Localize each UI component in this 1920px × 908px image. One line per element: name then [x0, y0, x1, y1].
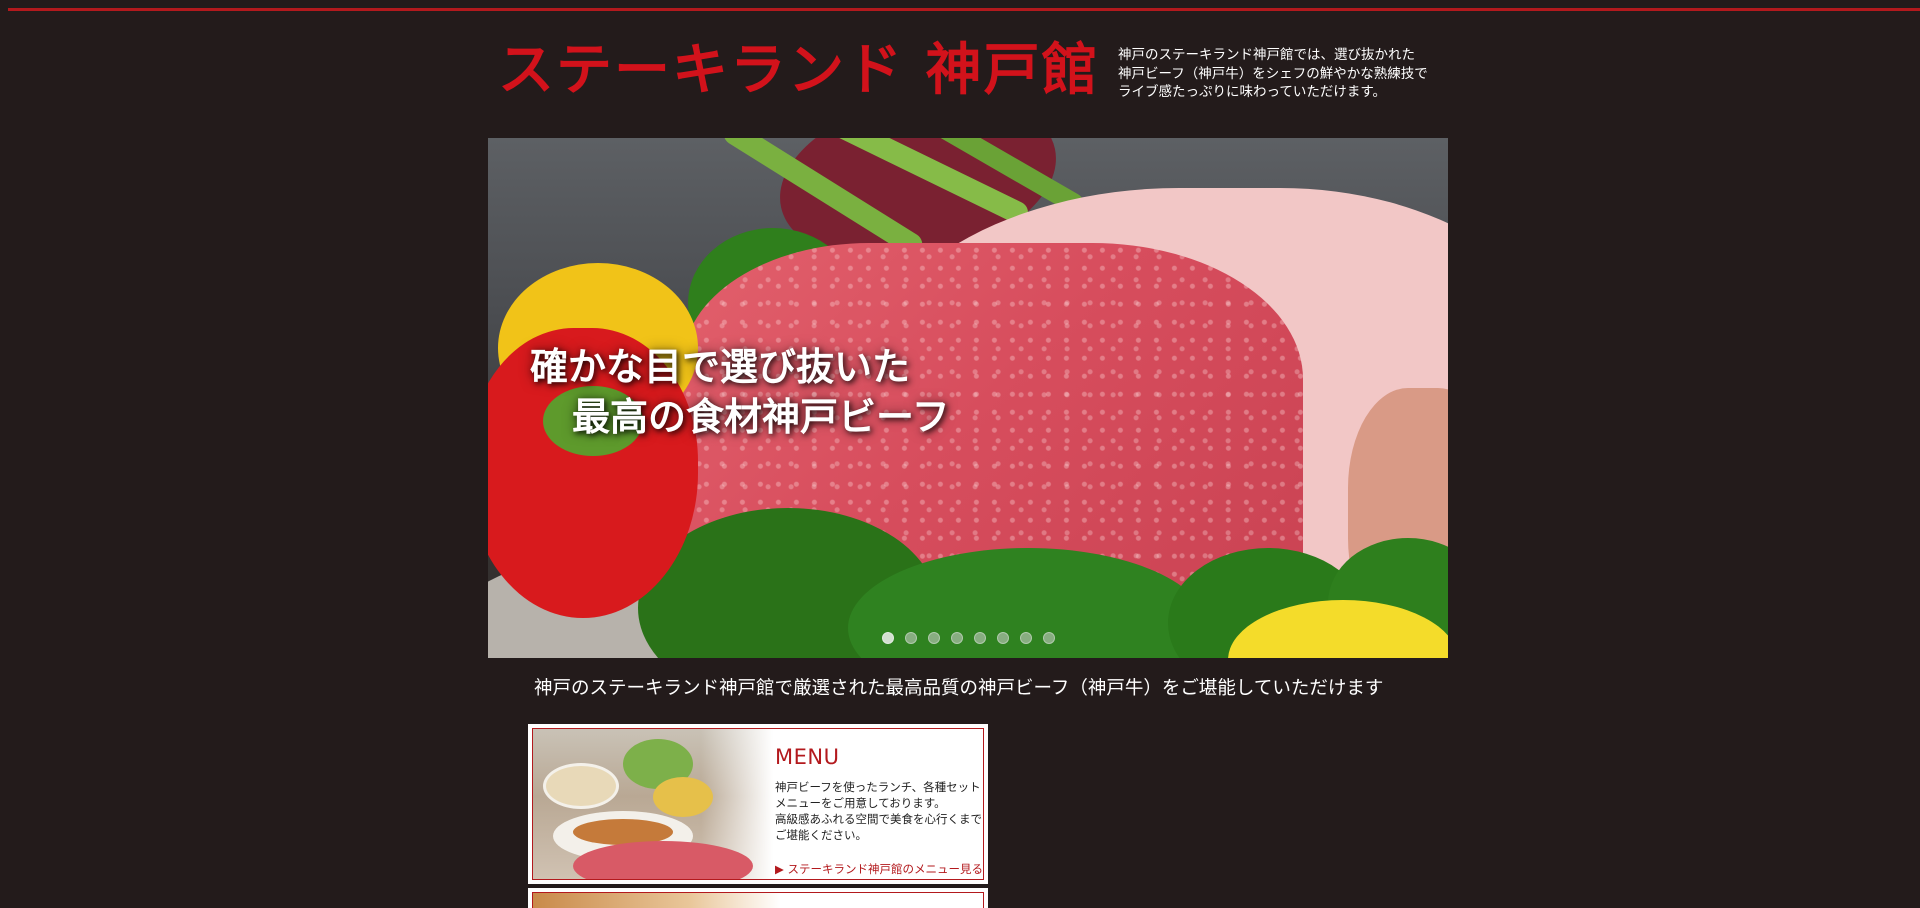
slider-dot[interactable] — [997, 632, 1009, 644]
slider-dot[interactable] — [974, 632, 986, 644]
menu-description-line: メニューをご用意しております。 — [775, 796, 946, 810]
slider-dot[interactable] — [1043, 632, 1055, 644]
menu-banner[interactable]: MENU 神戸ビーフを使ったランチ、各種セット メニューをご用意しております。 … — [528, 724, 988, 884]
slider-dot[interactable] — [951, 632, 963, 644]
hero-caption-line: 確かな目で選び抜いた — [530, 344, 911, 389]
site-logo[interactable]: ステーキランド 神戸館 — [498, 36, 1100, 106]
slider-pagination — [882, 632, 1055, 644]
menu-description-line: ご堪能ください。 — [775, 828, 867, 842]
next-banner-image — [532, 892, 984, 908]
menu-description-line: 高級感あふれる空間で美食を心行くまで — [775, 812, 982, 826]
header-description: 神戸のステーキランド神戸館では、選び抜かれた 神戸ビーフ（神戸牛）をシェフの鮮や… — [1118, 46, 1448, 102]
slider-dot[interactable] — [1020, 632, 1032, 644]
hero-slider[interactable]: 確かな目で選び抜いた 最高の食材神戸ビーフ — [488, 138, 1448, 658]
slider-dot[interactable] — [928, 632, 940, 644]
hero-caption: 確かな目で選び抜いた 最高の食材神戸ビーフ — [530, 342, 950, 442]
header-description-line: ライブ感たっぷりに味わっていただけます。 — [1118, 84, 1386, 100]
page-tagline: 神戸のステーキランド神戸館で厳選された最高品質の神戸ビーフ（神戸牛）をご堪能して… — [534, 678, 1384, 699]
menu-title: MENU — [775, 745, 840, 769]
menu-vegetable-image — [653, 777, 713, 817]
header-description-line: 神戸のステーキランド神戸館では、選び抜かれた — [1118, 47, 1415, 63]
header-description-line: 神戸ビーフ（神戸牛）をシェフの鮮やかな熟練技で — [1118, 65, 1428, 82]
menu-link[interactable]: ▶ ステーキランド神戸館のメニュー見る — [775, 861, 983, 877]
top-accent-bar — [8, 8, 1920, 11]
menu-photo — [533, 729, 773, 879]
slider-dot[interactable] — [882, 632, 894, 644]
hero-caption-line: 最高の食材神戸ビーフ — [572, 394, 950, 439]
menu-description: 神戸ビーフを使ったランチ、各種セット メニューをご用意しております。 高級感あふ… — [775, 779, 982, 843]
slider-dot[interactable] — [905, 632, 917, 644]
menu-description-line: 神戸ビーフを使ったランチ、各種セット — [775, 780, 981, 794]
next-banner[interactable] — [528, 888, 988, 908]
menu-soup-bowl-image — [543, 763, 619, 809]
